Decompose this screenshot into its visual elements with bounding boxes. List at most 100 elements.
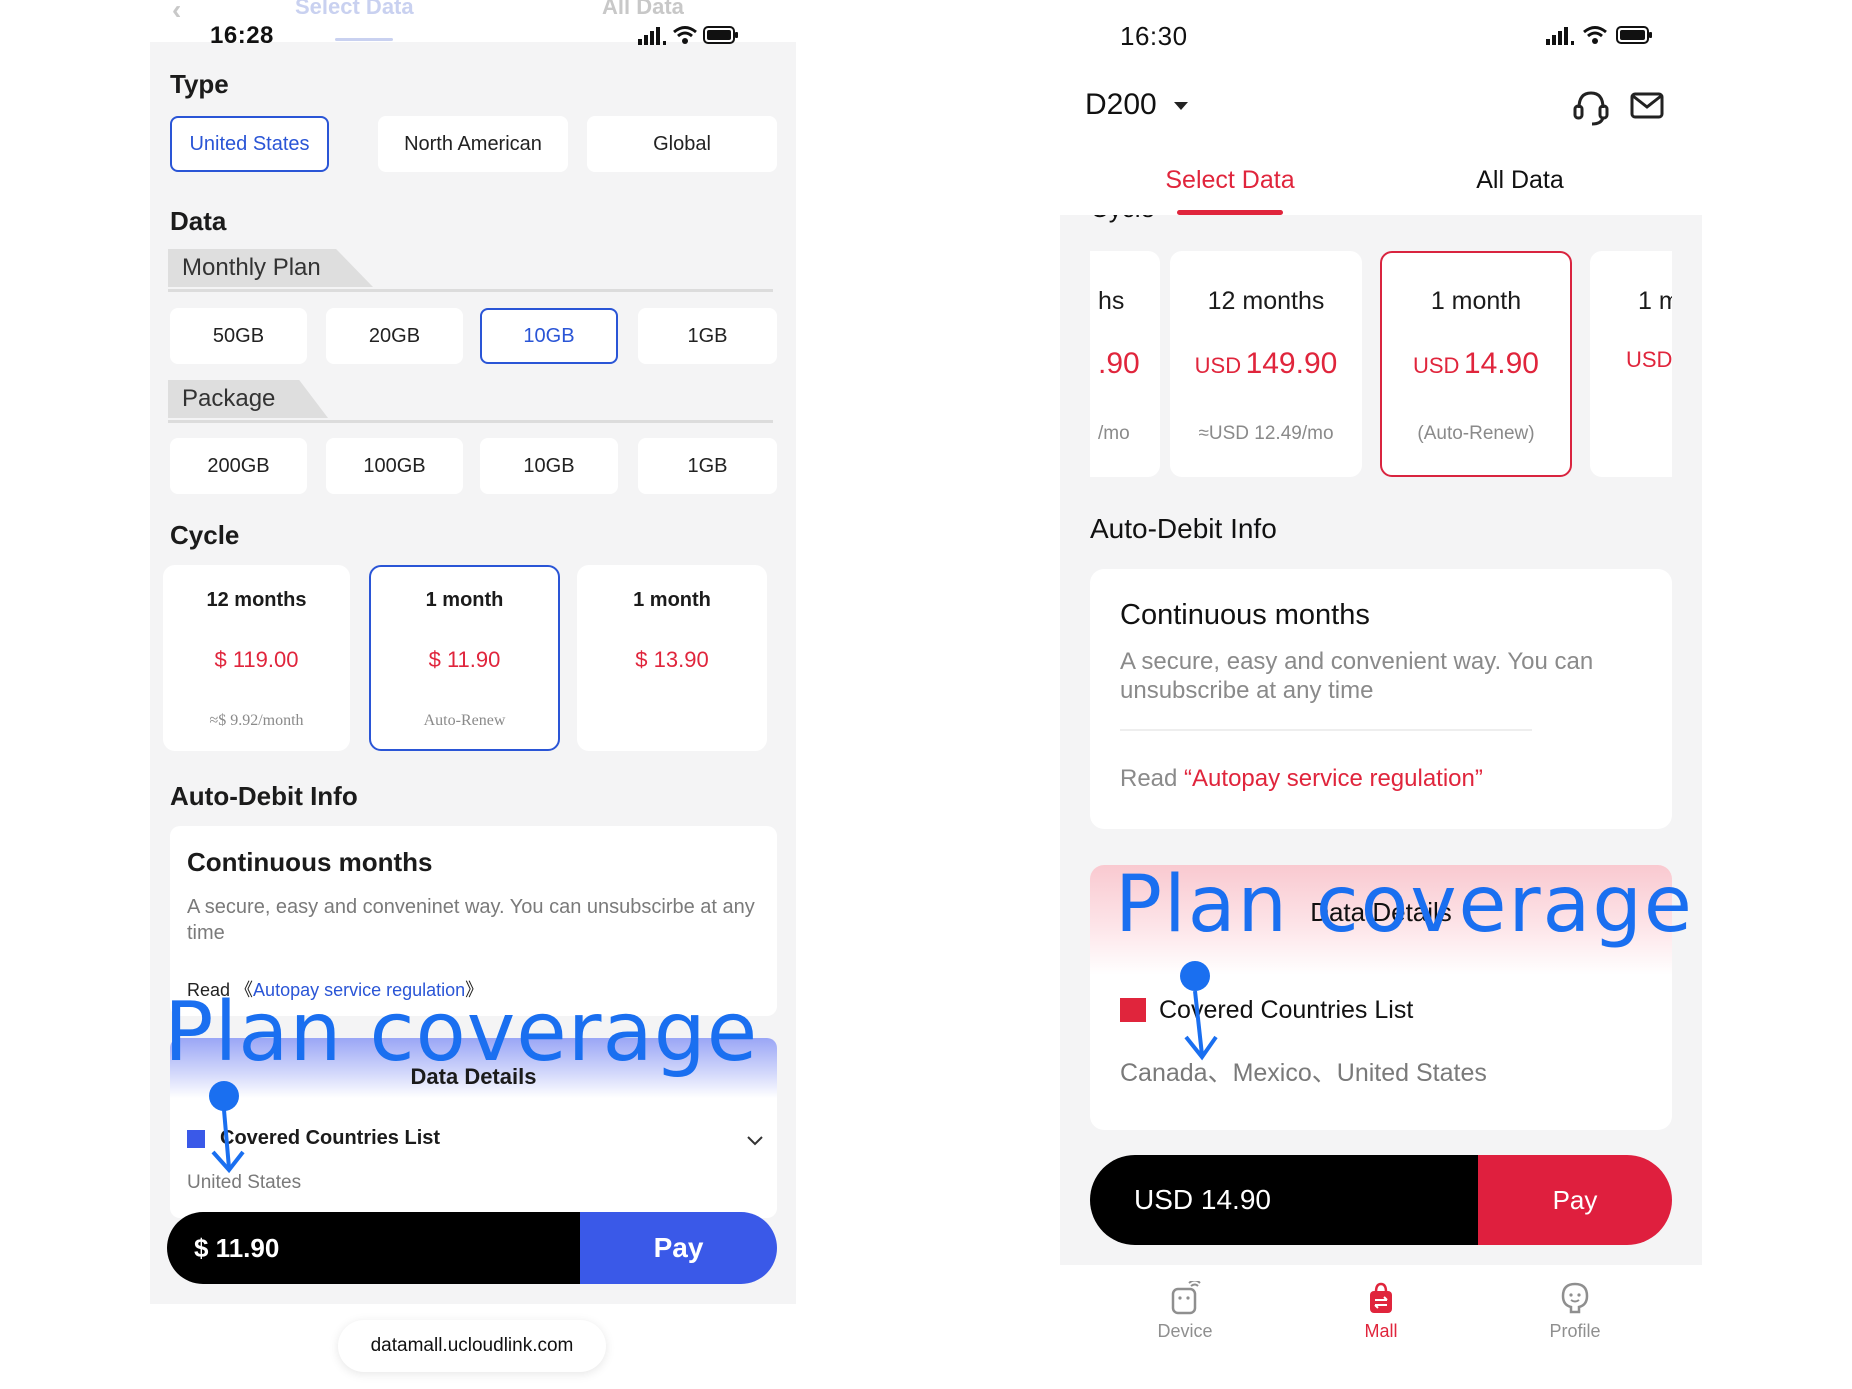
type-section-title: Type xyxy=(170,69,229,99)
monthly-plan-tag: Monthly Plan xyxy=(168,249,373,287)
cycle-sub: ≈USD 12.49/mo xyxy=(1198,423,1334,444)
pay-button[interactable]: Pay xyxy=(1478,1155,1672,1245)
right-phone-screen: 16:30 D200 Select Data All Data Cycle xyxy=(1060,0,1702,1389)
data-section-title: Data xyxy=(170,206,227,236)
cycle-price: $ 13.90 xyxy=(635,647,709,672)
cycle-sub: ≈$ 9.92/month xyxy=(209,712,304,729)
package-option-10gb[interactable]: 10GB xyxy=(480,438,618,494)
autopay-regulation-link[interactable]: “Autopay service regulation” xyxy=(1184,765,1483,792)
tab-all-data[interactable]: All Data xyxy=(1440,166,1600,195)
cycle-carousel[interactable]: hs .90 /mo 12 months USD 149.90 ≈USD 12.… xyxy=(1090,251,1672,479)
cycle-section-title: Cycle xyxy=(170,520,240,550)
pay-bar: USD 14.90 Pay xyxy=(1090,1155,1672,1245)
continuous-months-title: Continuous months xyxy=(187,847,433,877)
package-option-100gb[interactable]: 100GB xyxy=(326,438,463,494)
wifi-icon xyxy=(1583,26,1607,44)
monthly-option-50gb[interactable]: 50GB xyxy=(170,308,307,364)
nav-device[interactable]: Device xyxy=(1125,1281,1245,1342)
cycle-price: USD xyxy=(1626,347,1672,372)
left-phone-screen: ‹ Select Data All Data 16:28 Type United… xyxy=(150,0,796,1304)
status-time: 16:28 xyxy=(210,22,274,49)
signal-icon xyxy=(638,27,666,45)
signal-icon xyxy=(1546,27,1574,45)
cycle-months: 1 month xyxy=(633,589,711,611)
divider xyxy=(168,420,773,423)
cycle-sub: (Auto-Renew) xyxy=(1417,423,1535,444)
plan-coverage-annotation: Plan coverage xyxy=(1115,860,1694,950)
customer-service-icon[interactable] xyxy=(1572,88,1610,128)
monthly-option-1gb[interactable]: 1GB xyxy=(638,308,777,364)
cycle-price: $ 119.00 xyxy=(214,647,299,672)
tab-all-data-ghost[interactable]: All Data xyxy=(602,0,684,20)
pay-bar: $ 11.90 Pay xyxy=(167,1212,777,1284)
cycle-card-1-month-auto[interactable]: 1 month $ 11.90 Auto-Renew xyxy=(369,565,560,751)
continuous-months-title: Continuous months xyxy=(1120,599,1370,631)
cycle-card-partial[interactable]: hs .90 /mo xyxy=(1090,251,1160,477)
tab-select-data[interactable]: Select Data xyxy=(1150,166,1310,195)
nav-mall[interactable]: Mall xyxy=(1321,1281,1441,1342)
cycle-price: USD 14.90 xyxy=(1413,347,1539,380)
cycle-sub: /mo xyxy=(1098,423,1130,444)
caret-down-icon xyxy=(1174,102,1189,111)
plan-coverage-annotation: Plan coverage xyxy=(164,985,759,1080)
device-icon xyxy=(1171,1281,1201,1315)
type-option-united-states[interactable]: United States xyxy=(170,116,329,172)
type-option-north-american[interactable]: North American xyxy=(378,116,568,172)
wifi-icon xyxy=(673,26,697,44)
cycle-price: .90 xyxy=(1098,347,1140,380)
read-prefix: Read xyxy=(1120,765,1185,792)
countries-marker xyxy=(187,1130,205,1148)
device-selector[interactable]: D200 xyxy=(1085,88,1189,122)
auto-debit-title: Auto-Debit Info xyxy=(170,781,358,811)
cycle-card-1-month[interactable]: 1 month $ 13.90 xyxy=(577,565,767,751)
annotation-arrow-icon xyxy=(1180,961,1218,1061)
pay-button[interactable]: Pay xyxy=(580,1212,777,1284)
mail-icon[interactable] xyxy=(1630,92,1664,120)
back-arrow-icon[interactable]: ‹ xyxy=(172,0,181,26)
auto-debit-description: A secure, easy and conveninet way. You c… xyxy=(187,896,755,944)
package-option-200gb[interactable]: 200GB xyxy=(170,438,307,494)
divider xyxy=(168,289,773,292)
autopay-read-line: Read “Autopay service regulation” xyxy=(1120,765,1483,793)
chevron-down-icon[interactable] xyxy=(745,1134,765,1148)
nav-device-label: Device xyxy=(1157,1321,1213,1341)
battery-icon xyxy=(1616,26,1652,44)
cycle-price: USD 149.90 xyxy=(1194,347,1338,380)
nav-mall-label: Mall xyxy=(1364,1321,1398,1341)
pay-amount: $ 11.90 xyxy=(167,1212,580,1284)
status-bar: ‹ Select Data All Data 16:28 xyxy=(150,0,796,49)
profile-icon xyxy=(1561,1282,1589,1314)
auto-debit-description: A secure, easy and convenient way. You c… xyxy=(1120,648,1594,704)
type-option-global[interactable]: Global xyxy=(587,116,777,172)
cycle-months: 12 months xyxy=(1207,287,1325,315)
url-bar[interactable]: datamall.ucloudlink.com xyxy=(338,1320,606,1372)
monthly-option-10gb[interactable]: 10GB xyxy=(480,308,618,364)
cycle-months: 12 months xyxy=(206,589,307,611)
nav-profile[interactable]: Profile xyxy=(1515,1281,1635,1342)
nav-profile-label: Profile xyxy=(1549,1321,1601,1341)
monthly-option-20gb[interactable]: 20GB xyxy=(326,308,463,364)
cycle-months: 1 month xyxy=(425,589,504,611)
shopping-bag-icon xyxy=(1370,1282,1392,1313)
countries-marker xyxy=(1120,998,1146,1022)
cycle-card-12-months[interactable]: 12 months $ 119.00 ≈$ 9.92/month xyxy=(163,565,350,751)
package-option-1gb[interactable]: 1GB xyxy=(638,438,777,494)
bottom-nav: Device Mall Profile xyxy=(1060,1265,1702,1389)
cycle-title-partial: Cycle xyxy=(1090,215,1155,224)
tab-indicator xyxy=(335,38,393,41)
package-tag: Package xyxy=(168,380,328,418)
battery-icon xyxy=(703,26,738,44)
annotation-arrow-icon xyxy=(209,1081,245,1174)
cycle-months: 1 m xyxy=(1638,287,1672,315)
auto-debit-title: Auto-Debit Info xyxy=(1090,513,1277,544)
tab-active-indicator xyxy=(1177,210,1283,215)
tab-select-data-ghost[interactable]: Select Data xyxy=(295,0,414,20)
status-time: 16:30 xyxy=(1120,21,1188,51)
cycle-card-12-months[interactable]: 12 months USD 149.90 ≈USD 12.49/mo xyxy=(1170,251,1362,477)
pay-amount: USD 14.90 xyxy=(1090,1155,1478,1245)
device-name: D200 xyxy=(1085,88,1157,121)
cycle-months: hs xyxy=(1098,287,1125,315)
divider xyxy=(1120,729,1532,731)
cycle-card-partial-next[interactable]: 1 m USD xyxy=(1590,251,1672,477)
cycle-card-1-month-auto[interactable]: 1 month USD 14.90 (Auto-Renew) xyxy=(1380,251,1572,477)
